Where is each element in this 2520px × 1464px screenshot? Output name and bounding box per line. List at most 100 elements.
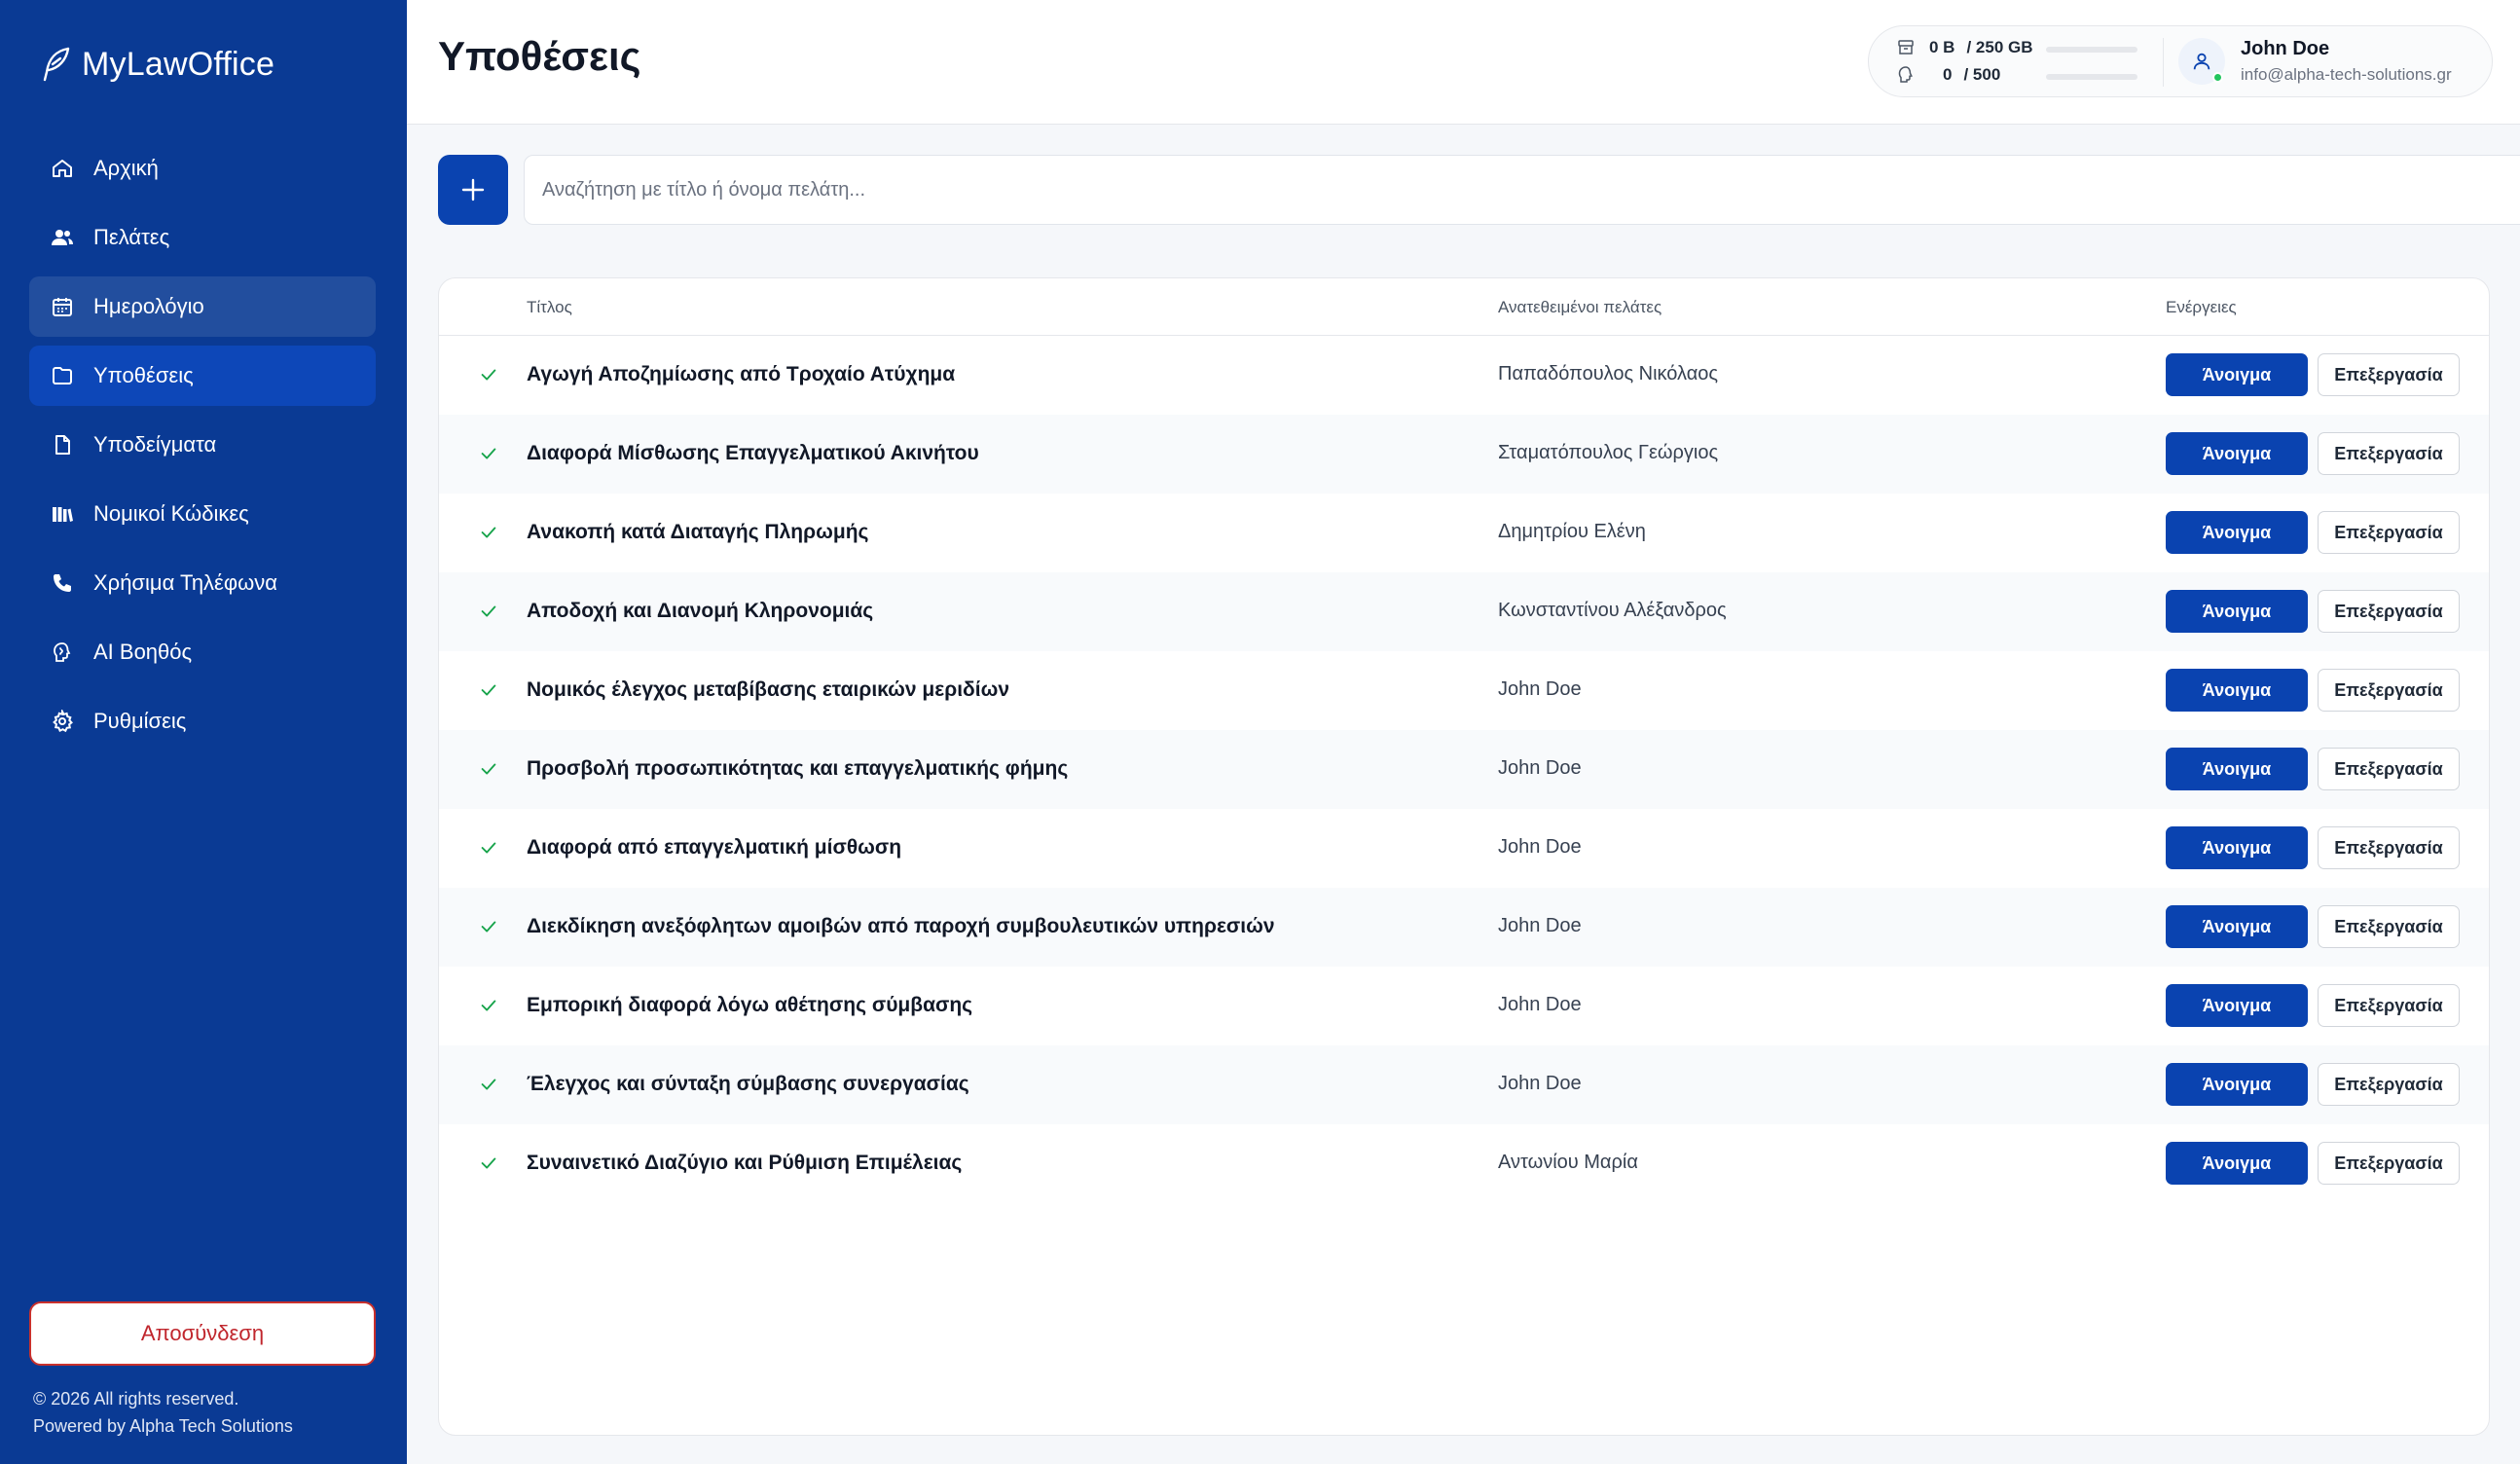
sidebar-item-cases[interactable]: Υποθέσεις bbox=[29, 346, 376, 406]
user-name: John Doe bbox=[2241, 38, 2330, 59]
feather-pen-icon bbox=[43, 47, 70, 82]
case-title: Συναινετικό Διαζύγιο και Ρύθμιση Επιμέλε… bbox=[527, 1152, 963, 1174]
sidebar-item-label: Αρχική bbox=[93, 156, 159, 180]
open-button[interactable]: Άνοιγμα bbox=[2166, 1063, 2308, 1106]
copyright-text: © 2026 All rights reserved. bbox=[33, 1389, 239, 1409]
case-client: Αντωνίου Μαρία bbox=[1498, 1152, 1638, 1173]
case-title: Έλεγχος και σύνταξη σύμβασης συνεργασίας bbox=[527, 1073, 969, 1095]
logout-button[interactable]: Αποσύνδεση bbox=[29, 1301, 376, 1366]
sidebar-nav: Αρχική Πελάτες Ημερολόγιο Υποθέσεις Υποδ… bbox=[29, 138, 376, 760]
sidebar-item-label: Πελάτες bbox=[93, 225, 170, 249]
plus-icon bbox=[461, 178, 485, 201]
sidebar-item-label: Νομικοί Κώδικες bbox=[93, 501, 249, 526]
column-header-actions: Ενέργειες bbox=[2166, 298, 2237, 316]
table-row[interactable]: Διαφορά Μίσθωσης Επαγγελματικού Ακινήτου… bbox=[439, 415, 2489, 494]
storage-total: / 250 GB bbox=[1966, 38, 2033, 56]
check-icon bbox=[481, 448, 496, 459]
open-button[interactable]: Άνοιγμα bbox=[2166, 432, 2308, 475]
app-logo[interactable]: MyLawOffice bbox=[39, 45, 274, 84]
library-icon bbox=[53, 507, 73, 522]
case-title: Εμπορική διαφορά λόγω αθέτησης σύμβασης bbox=[527, 994, 973, 1016]
sidebar-item-settings[interactable]: Ρυθμίσεις bbox=[29, 691, 376, 751]
ai-used: 0 bbox=[1943, 65, 1953, 84]
user-panel[interactable]: 0 B / 250 GB 0 / 500 John Doe info@alpha… bbox=[1868, 25, 2493, 97]
check-icon bbox=[481, 763, 496, 775]
folder-icon bbox=[53, 367, 72, 384]
sidebar-item-legal-codes[interactable]: Νομικοί Κώδικες bbox=[29, 484, 376, 544]
sidebar-item-calendar[interactable]: Ημερολόγιο bbox=[29, 276, 376, 337]
case-client: John Doe bbox=[1498, 994, 1582, 1015]
gear-icon bbox=[53, 710, 73, 733]
case-client: John Doe bbox=[1498, 1073, 1582, 1094]
case-title: Προσβολή προσωπικότητας και επαγγελματικ… bbox=[527, 757, 1069, 780]
main-content: Υποθέσεις 0 B / 250 GB 0 / 500 John Doe … bbox=[407, 0, 2520, 1464]
phone-icon bbox=[54, 574, 71, 592]
sidebar-item-phones[interactable]: Χρήσιμα Τηλέφωνα bbox=[29, 553, 376, 613]
storage-used: 0 B bbox=[1929, 38, 1955, 56]
sidebar-item-label: Ημερολόγιο bbox=[93, 294, 204, 318]
sidebar-item-templates[interactable]: Υποδείγματα bbox=[29, 415, 376, 475]
check-icon bbox=[481, 527, 496, 538]
table-row[interactable]: Αγωγή Αποζημίωσης από Τροχαίο Ατύχημα Πα… bbox=[439, 336, 2489, 415]
ai-usage: 0 / 500 bbox=[1896, 65, 2000, 85]
brain-icon bbox=[1898, 66, 1913, 83]
table-row[interactable]: Ανακοπή κατά Διαταγής Πληρωμής Δημητρίου… bbox=[439, 494, 2489, 572]
edit-button[interactable]: Επεξεργασία bbox=[2318, 1063, 2460, 1106]
open-button[interactable]: Άνοιγμα bbox=[2166, 669, 2308, 712]
open-button[interactable]: Άνοιγμα bbox=[2166, 511, 2308, 554]
search-input[interactable] bbox=[524, 155, 2520, 225]
table-row[interactable]: Νομικός έλεγχος μεταβίβασης εταιρικών με… bbox=[439, 651, 2489, 730]
case-title: Διαφορά από επαγγελματική μίσθωση bbox=[527, 836, 902, 859]
table-row[interactable]: Προσβολή προσωπικότητας και επαγγελματικ… bbox=[439, 730, 2489, 809]
edit-button[interactable]: Επεξεργασία bbox=[2318, 984, 2460, 1027]
table-row[interactable]: Εμπορική διαφορά λόγω αθέτησης σύμβασης … bbox=[439, 967, 2489, 1045]
open-button[interactable]: Άνοιγμα bbox=[2166, 748, 2308, 790]
open-button[interactable]: Άνοιγμα bbox=[2166, 1142, 2308, 1185]
calendar-icon bbox=[53, 298, 72, 316]
open-button[interactable]: Άνοιγμα bbox=[2166, 826, 2308, 869]
check-icon bbox=[481, 684, 496, 696]
case-client: John Doe bbox=[1498, 836, 1582, 858]
edit-button[interactable]: Επεξεργασία bbox=[2318, 590, 2460, 633]
table-row[interactable]: Διαφορά από επαγγελματική μίσθωση John D… bbox=[439, 809, 2489, 888]
edit-button[interactable]: Επεξεργασία bbox=[2318, 432, 2460, 475]
open-button[interactable]: Άνοιγμα bbox=[2166, 905, 2308, 948]
case-title: Ανακοπή κατά Διαταγής Πληρωμής bbox=[527, 521, 869, 543]
ai-progress-bar bbox=[2046, 74, 2137, 80]
ai-total: / 500 bbox=[1963, 65, 2001, 84]
case-client: John Doe bbox=[1498, 757, 1582, 779]
open-button[interactable]: Άνοιγμα bbox=[2166, 984, 2308, 1027]
sidebar: MyLawOffice Αρχική Πελάτες Ημερολόγιο Υπ… bbox=[0, 0, 407, 1464]
check-icon bbox=[481, 1079, 496, 1090]
sidebar-item-clients[interactable]: Πελάτες bbox=[29, 207, 376, 268]
table-row[interactable]: Αποδοχή και Διανομή Κληρονομιάς Κωνσταντ… bbox=[439, 572, 2489, 651]
avatar[interactable] bbox=[2178, 38, 2225, 85]
edit-button[interactable]: Επεξεργασία bbox=[2318, 748, 2460, 790]
online-status-dot bbox=[2212, 72, 2223, 83]
case-title: Αποδοχή και Διανομή Κληρονομιάς bbox=[527, 600, 874, 622]
edit-button[interactable]: Επεξεργασία bbox=[2318, 353, 2460, 396]
table-row[interactable]: Συναινετικό Διαζύγιο και Ρύθμιση Επιμέλε… bbox=[439, 1124, 2489, 1203]
sidebar-item-label: Χρήσιμα Τηλέφωνα bbox=[93, 570, 278, 595]
case-title: Διεκδίκηση ανεξόφλητων αμοιβών από παροχ… bbox=[527, 915, 1275, 937]
add-case-button[interactable] bbox=[438, 155, 508, 225]
sidebar-item-label: Υποθέσεις bbox=[93, 363, 194, 387]
column-header-title: Τίτλος bbox=[527, 298, 572, 316]
table-row[interactable]: Διεκδίκηση ανεξόφλητων αμοιβών από παροχ… bbox=[439, 888, 2489, 967]
edit-button[interactable]: Επεξεργασία bbox=[2318, 669, 2460, 712]
edit-button[interactable]: Επεξεργασία bbox=[2318, 511, 2460, 554]
sidebar-item-label: Ρυθμίσεις bbox=[93, 709, 187, 733]
open-button[interactable]: Άνοιγμα bbox=[2166, 590, 2308, 633]
sidebar-item-ai-assistant[interactable]: AI Βοηθός bbox=[29, 622, 376, 682]
edit-button[interactable]: Επεξεργασία bbox=[2318, 905, 2460, 948]
sidebar-item-home[interactable]: Αρχική bbox=[29, 138, 376, 199]
table-row[interactable]: Έλεγχος και σύνταξη σύμβασης συνεργασίας… bbox=[439, 1045, 2489, 1124]
open-button[interactable]: Άνοιγμα bbox=[2166, 353, 2308, 396]
edit-button[interactable]: Επεξεργασία bbox=[2318, 826, 2460, 869]
check-icon bbox=[481, 1000, 496, 1011]
user-email: info@alpha-tech-solutions.gr bbox=[2241, 65, 2452, 84]
logo-text: MyLawOffice bbox=[82, 45, 275, 83]
column-header-clients: Ανατεθειμένοι πελάτες bbox=[1498, 298, 1662, 316]
edit-button[interactable]: Επεξεργασία bbox=[2318, 1142, 2460, 1185]
case-title: Νομικός έλεγχος μεταβίβασης εταιρικών με… bbox=[527, 678, 1010, 701]
